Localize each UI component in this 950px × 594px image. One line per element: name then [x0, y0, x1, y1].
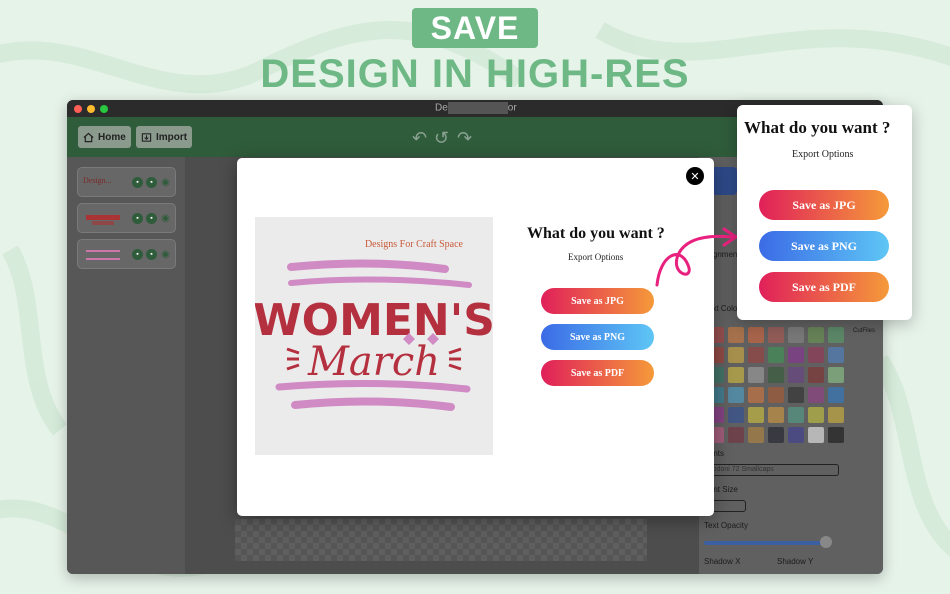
delete-icon[interactable]: ▪ — [146, 213, 157, 224]
color-swatch[interactable] — [828, 387, 844, 403]
undo-icon[interactable]: ↶ — [412, 128, 427, 149]
color-swatch[interactable] — [748, 387, 764, 403]
layer-thumbnail — [86, 250, 120, 260]
shadow-y-label: Shadow Y — [777, 557, 814, 566]
save-jpg-button[interactable]: Save as JPG — [541, 288, 654, 314]
save-png-button[interactable]: Save as PNG — [541, 324, 654, 350]
close-modal-button[interactable]: ✕ — [686, 167, 704, 185]
export-callout-card: What do you want ? Export Options Save a… — [737, 105, 912, 320]
callout-save-jpg-button[interactable]: Save as JPG — [759, 190, 889, 220]
close-window-button[interactable] — [74, 104, 82, 113]
cutfiles-label: CutFiles — [853, 328, 876, 334]
shadow-x-label: Shadow X — [704, 557, 741, 566]
lock-icon[interactable]: ▪ — [132, 177, 143, 188]
layer-label: Design... — [83, 176, 112, 185]
transparent-canvas — [235, 519, 647, 561]
eye-icon[interactable]: ◉ — [160, 249, 171, 260]
eye-icon[interactable]: ◉ — [160, 213, 171, 224]
color-swatch[interactable] — [768, 407, 784, 423]
color-swatch[interactable] — [808, 427, 824, 443]
home-button[interactable]: Home — [78, 126, 131, 148]
callout-question: What do you want ? — [744, 118, 891, 137]
import-icon — [141, 132, 152, 142]
layers-sidebar: Design... ▪ ▪ ◉ ▪ ▪ ◉ ▪ ▪ ◉ — [67, 157, 185, 574]
preview-brand: Designs For Craft Space — [365, 239, 464, 250]
color-swatch[interactable] — [828, 327, 844, 343]
zoom-window-button[interactable] — [100, 104, 108, 113]
home-icon — [83, 132, 94, 142]
modal-question: What do you want ? — [527, 225, 665, 242]
modal-subtitle: Export Options — [568, 252, 624, 262]
eye-icon[interactable]: ◉ — [160, 177, 171, 188]
callout-save-pdf-button[interactable]: Save as PDF — [759, 272, 889, 302]
text-opacity-label: Text Opacity — [704, 521, 749, 530]
save-pdf-button[interactable]: Save as PDF — [541, 360, 654, 386]
redo-icon[interactable]: ↷ — [457, 128, 472, 149]
color-swatch[interactable] — [728, 387, 744, 403]
hero-title: DESIGN IN HIGH-RES — [260, 52, 690, 96]
window-title: De or — [435, 102, 517, 114]
delete-icon[interactable]: ▪ — [146, 177, 157, 188]
layer-item[interactable]: ▪ ▪ ◉ — [77, 239, 176, 269]
color-swatch[interactable] — [748, 367, 764, 383]
layer-thumbnail — [86, 215, 120, 225]
color-swatch-grid — [708, 327, 848, 443]
color-swatch[interactable] — [788, 347, 804, 363]
lock-icon[interactable]: ▪ — [132, 249, 143, 260]
design-preview: Designs For Craft Space WOMEN'S March — [253, 217, 495, 455]
color-swatch[interactable] — [768, 347, 784, 363]
color-swatch[interactable] — [828, 407, 844, 423]
womens-march-artwork: Designs For Craft Space WOMEN'S March — [253, 239, 495, 411]
color-swatch[interactable] — [788, 327, 804, 343]
color-swatch[interactable] — [748, 347, 764, 363]
color-swatch[interactable] — [728, 347, 744, 363]
delete-icon[interactable]: ▪ — [146, 249, 157, 260]
callout-save-png-button[interactable]: Save as PNG — [759, 231, 889, 261]
color-swatch[interactable] — [768, 327, 784, 343]
color-swatch[interactable] — [828, 427, 844, 443]
layer-item[interactable]: ▪ ▪ ◉ — [77, 203, 176, 233]
color-swatch[interactable] — [828, 347, 844, 363]
minimize-window-button[interactable] — [87, 104, 95, 113]
color-swatch[interactable] — [768, 387, 784, 403]
color-swatch[interactable] — [748, 427, 764, 443]
color-swatch[interactable] — [808, 367, 824, 383]
layer-item[interactable]: Design... ▪ ▪ ◉ — [77, 167, 176, 197]
callout-subtitle: Export Options — [792, 149, 854, 160]
color-swatch[interactable] — [808, 407, 824, 423]
color-swatch[interactable] — [768, 427, 784, 443]
redacted-title — [447, 102, 508, 114]
color-swatch[interactable] — [728, 427, 744, 443]
export-modal: ✕ Designs For Craft Space WOMEN'S March … — [237, 158, 714, 516]
lock-icon[interactable]: ▪ — [132, 213, 143, 224]
hero-badge: SAVE — [412, 8, 538, 48]
import-button[interactable]: Import — [136, 126, 193, 148]
color-swatch[interactable] — [728, 407, 744, 423]
home-button-label: Home — [98, 131, 126, 143]
slider-handle[interactable] — [820, 536, 832, 548]
pointer-arrow — [655, 227, 738, 287]
color-swatch[interactable] — [748, 327, 764, 343]
color-swatch[interactable] — [748, 407, 764, 423]
color-swatch[interactable] — [808, 327, 824, 343]
color-swatch[interactable] — [728, 327, 744, 343]
color-swatch[interactable] — [788, 407, 804, 423]
color-swatch[interactable] — [808, 387, 824, 403]
color-swatch[interactable] — [728, 367, 744, 383]
import-button-label: Import — [156, 131, 188, 143]
color-swatch[interactable] — [788, 387, 804, 403]
reset-icon[interactable]: ↺ — [434, 128, 449, 149]
preview-script: March — [307, 339, 440, 385]
color-swatch[interactable] — [768, 367, 784, 383]
color-swatch[interactable] — [788, 367, 804, 383]
color-swatch[interactable] — [828, 367, 844, 383]
color-swatch[interactable] — [788, 427, 804, 443]
color-swatch[interactable] — [808, 347, 824, 363]
text-opacity-slider[interactable] — [704, 541, 824, 545]
font-select[interactable]: Bodoni 72 Smallcaps — [704, 464, 839, 476]
